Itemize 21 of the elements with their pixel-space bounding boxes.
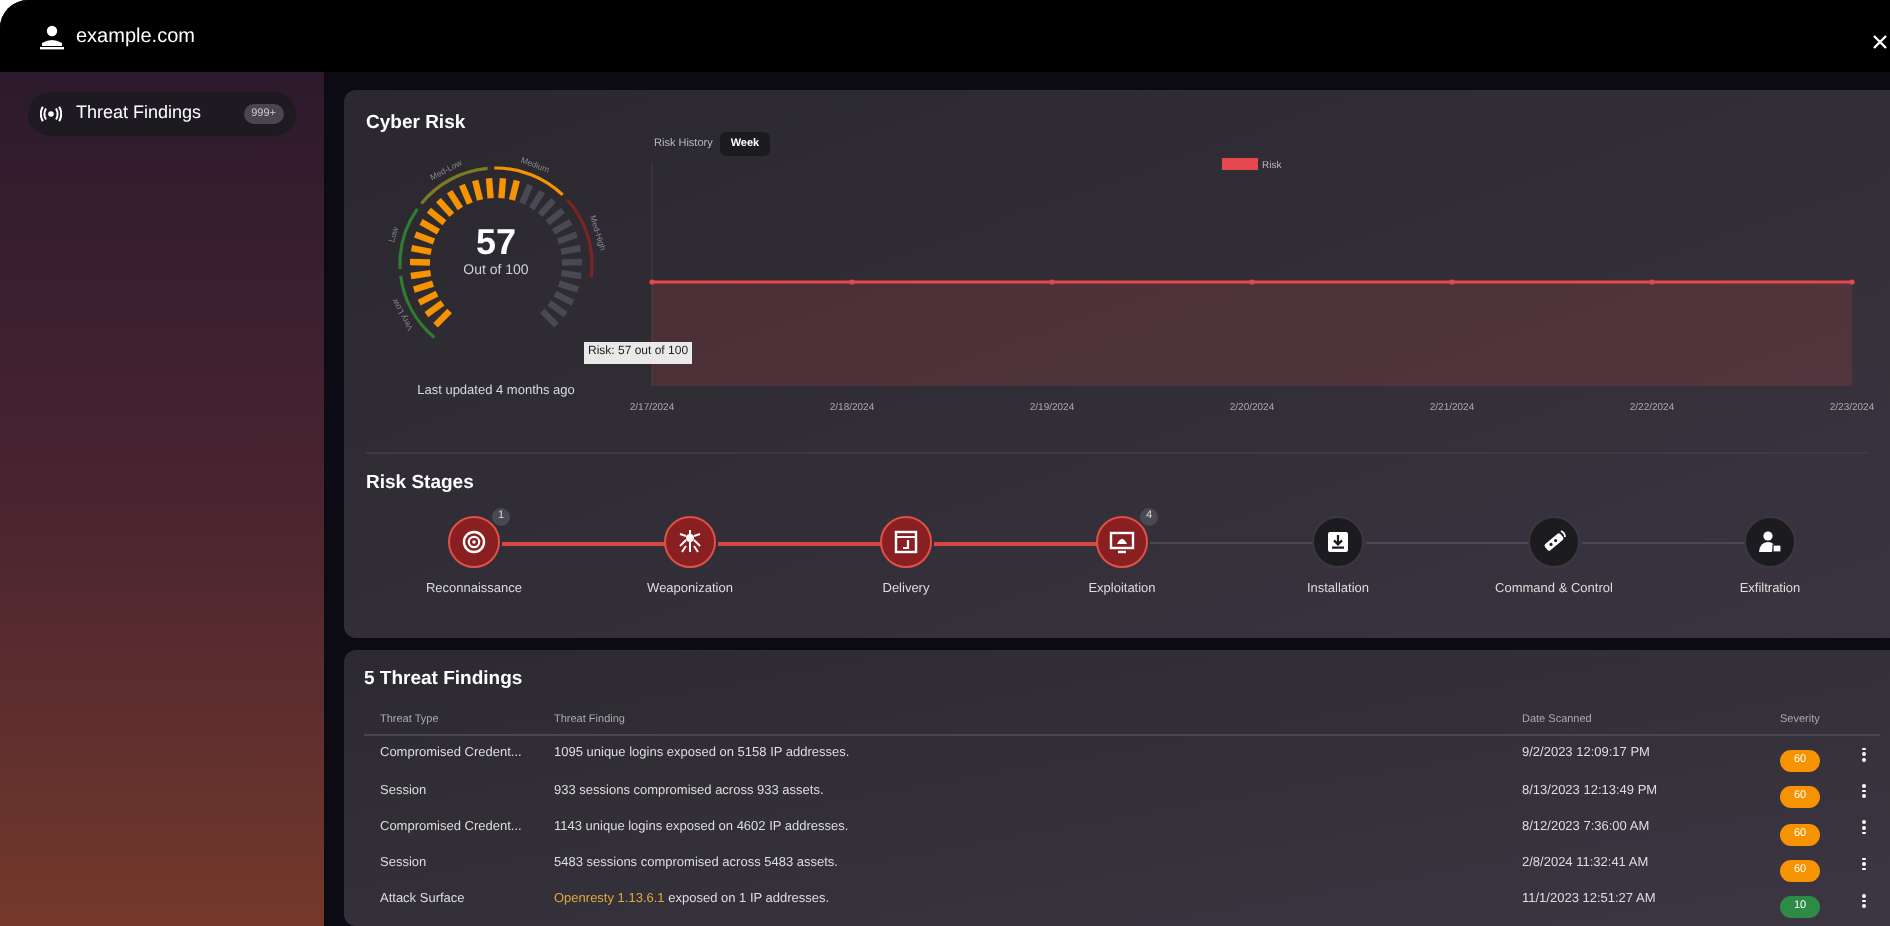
stage-node[interactable] — [1744, 516, 1796, 568]
stage-node[interactable] — [448, 516, 500, 568]
sidebar-label: Threat Findings — [76, 100, 204, 127]
stage-node[interactable] — [1096, 516, 1148, 568]
monitor-icon — [1108, 528, 1136, 556]
stage-node[interactable] — [1312, 516, 1364, 568]
broadcast-icon — [40, 106, 62, 122]
risk-score: 57 — [475, 222, 517, 262]
target-icon — [460, 528, 488, 556]
download-icon — [1324, 528, 1352, 556]
section-title: Risk Stages — [366, 470, 476, 494]
section-title: 5 Threat Findings — [364, 666, 525, 690]
section-title: Cyber Risk — [366, 110, 468, 134]
legend-swatch — [1222, 158, 1258, 170]
browser-window-icon — [892, 528, 920, 556]
stage-node[interactable] — [880, 516, 932, 568]
person-lock-icon — [1756, 528, 1784, 556]
window-title: example.com — [76, 23, 195, 51]
stage-node[interactable] — [1528, 516, 1580, 568]
close-icon[interactable] — [1872, 34, 1888, 50]
stage-node[interactable] — [664, 516, 716, 568]
